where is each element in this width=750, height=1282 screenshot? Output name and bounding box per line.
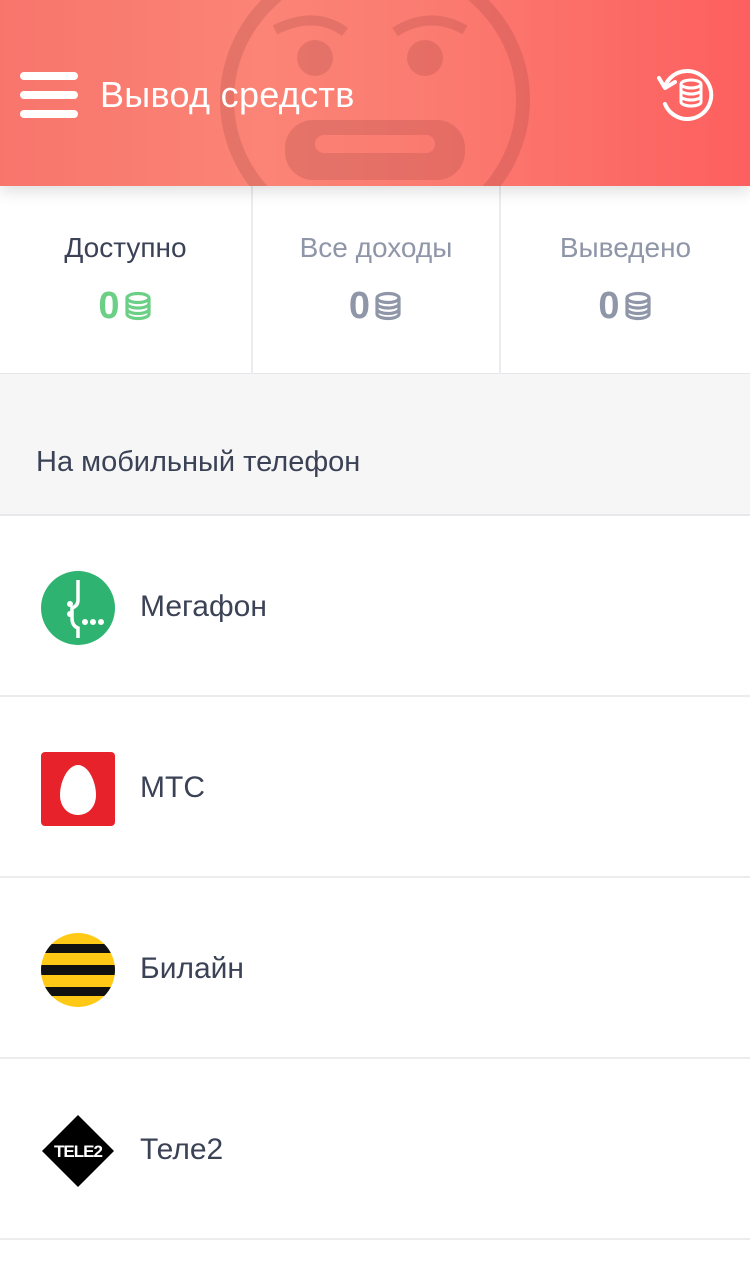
- app-header: Вывод средств: [0, 0, 750, 186]
- hamburger-menu-icon-bar-top: [20, 72, 78, 80]
- operator-item-beeline[interactable]: Билайн: [0, 878, 750, 1059]
- operator-item-tele2[interactable]: TELE2 Теле2: [0, 1059, 750, 1240]
- stat-number: 0: [598, 285, 620, 327]
- operator-name: МТС: [140, 771, 205, 804]
- operator-list: Мегафон МТС Билайн TELE2 Теле2: [0, 516, 750, 1240]
- stat-value: 0: [501, 284, 750, 328]
- stat-number: 0: [98, 285, 120, 327]
- operator-item-megafon[interactable]: Мегафон: [0, 516, 750, 697]
- svg-text:TELE2: TELE2: [54, 1142, 102, 1161]
- stat-label: Все доходы: [299, 232, 453, 263]
- stat-withdrawn: Выведено 0: [499, 186, 750, 374]
- operator-item-mts[interactable]: МТС: [0, 697, 750, 878]
- hamburger-menu-icon-bar-bottom: [20, 110, 78, 118]
- stat-label: Выведено: [559, 232, 692, 263]
- megafon-logo-icon: [41, 571, 115, 645]
- operator-name: Мегафон: [140, 590, 267, 623]
- stat-available: Доступно 0: [0, 186, 251, 374]
- hamburger-menu-icon-bar-middle: [20, 91, 78, 99]
- beeline-logo-icon: [41, 933, 115, 1007]
- section-title: На мобильный телефон: [36, 446, 361, 478]
- coins-icon: [124, 291, 151, 321]
- tele2-logo-icon: TELE2: [42, 1115, 114, 1187]
- coins-icon: [624, 291, 651, 321]
- section-header: На мобильный телефон: [0, 374, 750, 516]
- stat-label: Доступно: [64, 232, 187, 263]
- stat-value: 0: [0, 284, 251, 328]
- stat-value: 0: [253, 284, 499, 328]
- balance-stats: Доступно 0 Все доходы 0 Выведено 0: [0, 186, 750, 374]
- page-title: Вывод средств: [100, 74, 355, 115]
- stat-total-income: Все доходы 0: [251, 186, 499, 374]
- operator-name: Билайн: [140, 952, 244, 985]
- stat-number: 0: [348, 285, 371, 327]
- coins-icon: [375, 291, 401, 321]
- coins-history-icon[interactable]: [655, 64, 719, 124]
- mts-logo-icon: [41, 752, 115, 826]
- operator-name: Теле2: [140, 1133, 224, 1166]
- menu-button[interactable]: [20, 72, 80, 118]
